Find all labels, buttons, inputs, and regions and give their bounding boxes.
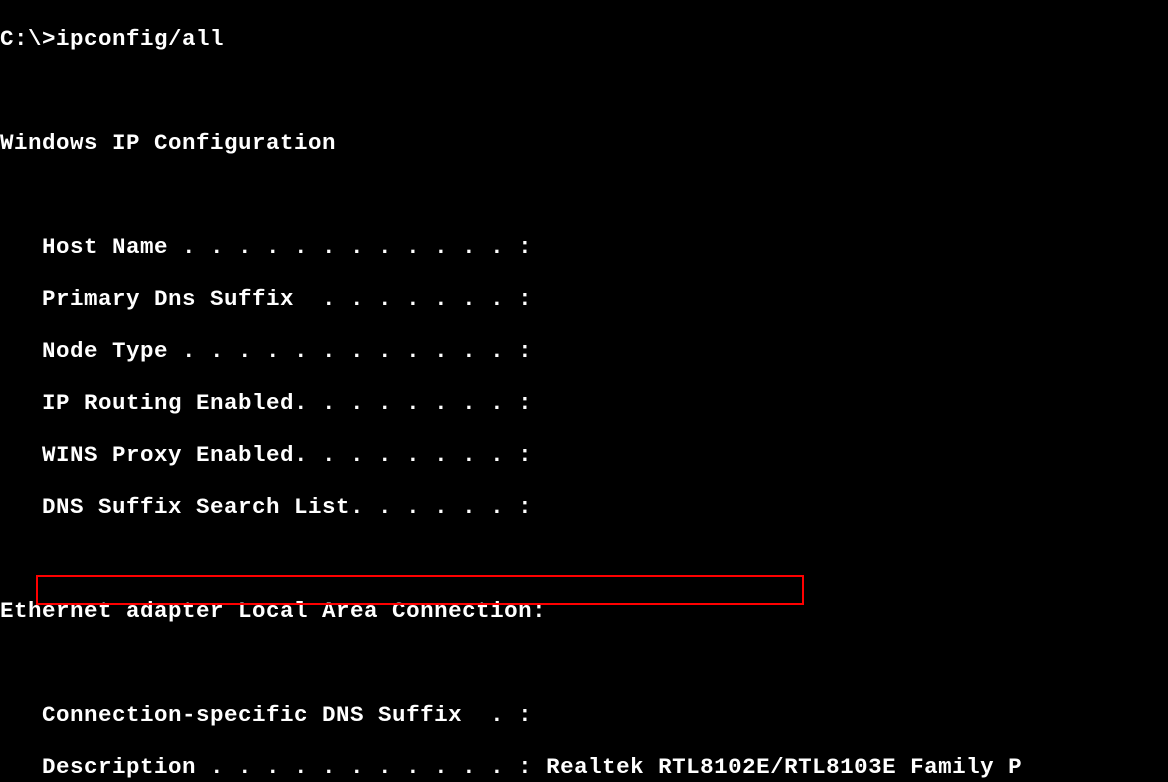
blank-line — [0, 78, 1168, 104]
conn-dns-suffix-label: Connection-specific DNS Suffix . : — [0, 702, 532, 728]
ip-routing-label: IP Routing Enabled. . . . . . . . : — [0, 390, 532, 416]
config-row: IP Routing Enabled. . . . . . . . : — [0, 390, 1168, 416]
blank-line — [0, 182, 1168, 208]
primary-dns-suffix-label: Primary Dns Suffix . . . . . . . : — [0, 286, 532, 312]
node-type-label: Node Type . . . . . . . . . . . . : — [0, 338, 532, 364]
config-row: Connection-specific DNS Suffix . : — [0, 702, 1168, 728]
config-row: DNS Suffix Search List. . . . . . : — [0, 494, 1168, 520]
config-row: Node Type . . . . . . . . . . . . : — [0, 338, 1168, 364]
section-header: Windows IP Configuration — [0, 130, 1168, 156]
config-row: Primary Dns Suffix . . . . . . . : — [0, 286, 1168, 312]
prompt-command: C:\>ipconfig/all — [0, 26, 224, 52]
host-name-label: Host Name . . . . . . . . . . . . : — [0, 234, 532, 260]
dns-suffix-list-label: DNS Suffix Search List. . . . . . : — [0, 494, 532, 520]
section-header: Ethernet adapter Local Area Connection: — [0, 598, 1168, 624]
config-row: Host Name . . . . . . . . . . . . : — [0, 234, 1168, 260]
description-value: Realtek RTL8102E/RTL8103E Family P — [546, 754, 1022, 780]
terminal-output: C:\>ipconfig/all Windows IP Configuratio… — [0, 0, 1168, 782]
blank-line — [0, 546, 1168, 572]
blank-line — [0, 650, 1168, 676]
config-row: Description . . . . . . . . . . . : Real… — [0, 754, 1168, 780]
command-prompt-line: C:\>ipconfig/all — [0, 26, 1168, 52]
config-row: WINS Proxy Enabled. . . . . . . . : — [0, 442, 1168, 468]
wins-proxy-label: WINS Proxy Enabled. . . . . . . . : — [0, 442, 532, 468]
description-label: Description . . . . . . . . . . . : — [0, 754, 546, 780]
